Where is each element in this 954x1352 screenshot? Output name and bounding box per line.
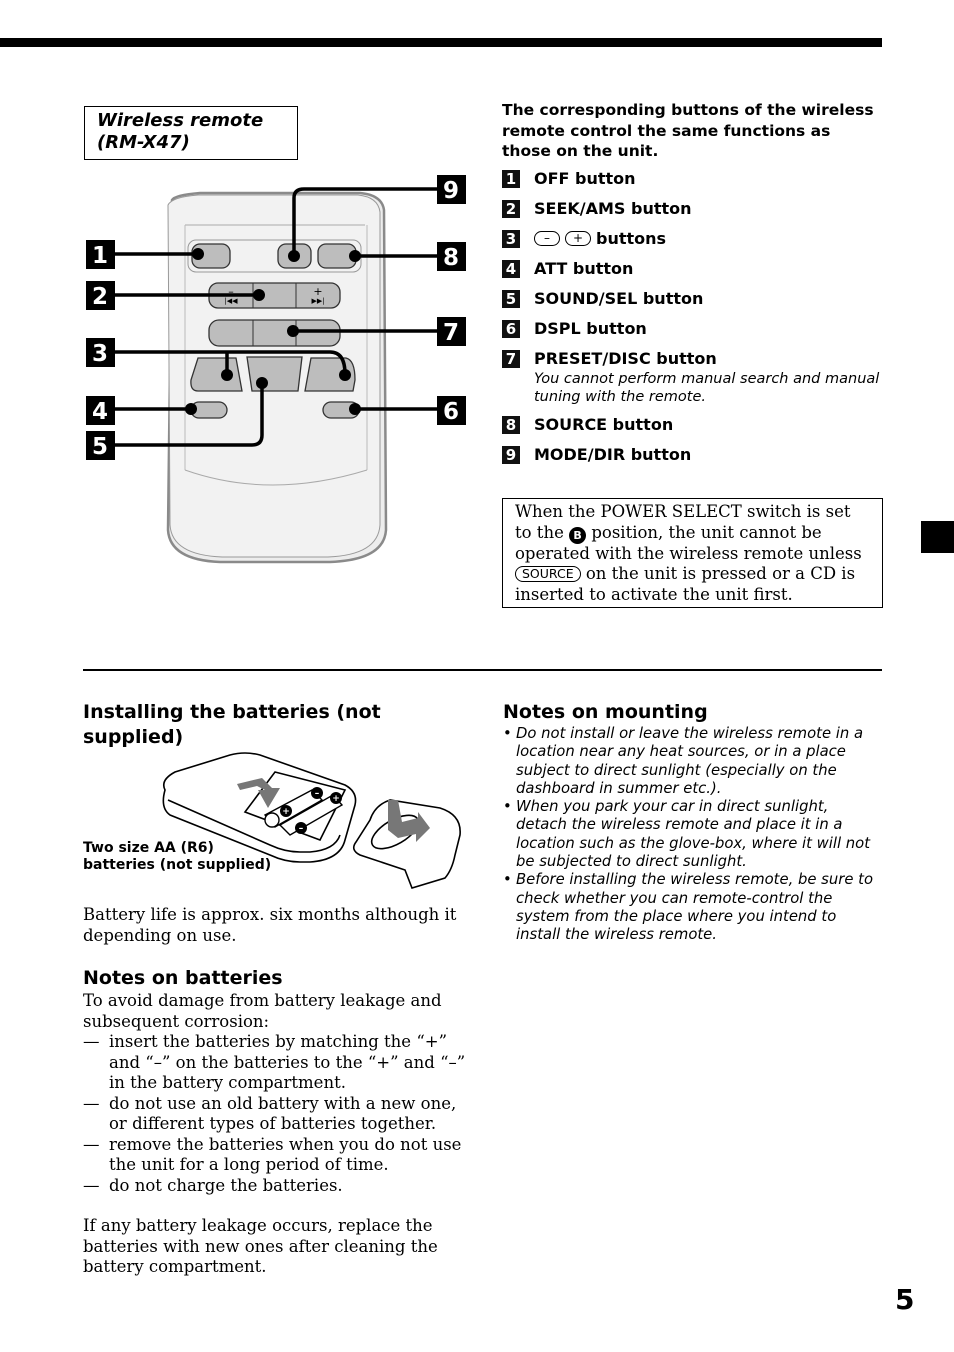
notes-batteries-intro: To avoid damage from battery leakage and… [83,991,442,1031]
callout-2: 2 [92,284,108,310]
battery-note-item: — insert the batteries by matching the “… [83,1032,466,1092]
item-label: SEEK/AMS button [534,198,692,218]
top-rule [0,38,882,47]
item-number: 9 [502,445,520,464]
page-number: 5 [895,1283,915,1316]
button-item-sound-sel: 5 SOUND/SEL button [502,288,882,310]
battery-life-text: Battery life is approx. six months altho… [83,905,457,945]
item-label: ATT button [534,258,634,278]
battery-note-item: — do not use an old battery with a new o… [83,1093,457,1134]
item-number: 2 [502,199,520,218]
item-number: 7 [502,349,520,368]
position-b-icon: B [569,526,587,544]
battery-note-item: — do not charge the batteries. [83,1175,343,1195]
button-item-minus-plus: 3 – + buttons [502,228,882,250]
remote-figure-title: Wireless remote (RM-X47) [84,106,298,160]
callout-6: 6 [443,399,459,425]
item-number: 5 [502,289,520,308]
battery-leakage-note: If any battery leakage occurs, replace t… [83,1216,438,1276]
section-tab-marker [921,521,954,553]
button-list-section: The corresponding buttons of the wireles… [502,100,882,466]
item-note: You cannot perform manual search and man… [534,370,880,405]
item-label: PRESET/DISC button [534,348,717,368]
plus-key-icon: + [565,230,591,246]
notes-batteries-heading: Notes on batteries [83,967,283,989]
remote-illustration: – + |◀◀ ▶▶| 1 2 3 4 5 6 7 8 9 [86,175,466,564]
installing-batteries-heading: Installing the batteries (not supplied) [83,701,381,748]
button-item-dspl: 6 DSPL button [502,318,882,340]
notes-on-mounting-section: Notes on mounting • Do not install or le… [503,700,878,945]
item-label: OFF button [534,168,636,188]
prev-track-icon: |◀◀ [224,297,238,305]
item-label: SOUND/SEL button [534,288,704,308]
item-label: buttons [596,228,667,248]
callout-8: 8 [443,245,459,271]
mounting-note-item: • Before installing the wireless remote,… [503,871,874,944]
button-item-mode-dir: 9 MODE/DIR button [502,444,882,466]
item-label: DSPL button [534,318,647,338]
callout-7: 7 [443,320,459,346]
next-track-icon: ▶▶| [311,297,324,305]
sound-sel-button-shape [246,356,303,392]
remote-title-line1: Wireless remote [97,110,264,131]
svg-text:–: – [315,789,320,799]
power-select-notice: When the POWER SELECT switch is set to t… [502,498,883,608]
item-number: 1 [502,169,520,188]
item-number: 4 [502,259,520,278]
preset-disc-button-shape [208,319,341,347]
button-item-seek-ams: 2 SEEK/AMS button [502,198,882,220]
callout-5: 5 [92,434,108,460]
notes-mounting-heading: Notes on mounting [503,701,708,723]
minus-button-shape [190,357,243,392]
callout-4: 4 [92,399,108,425]
mounting-note-item: • Do not install or leave the wireless r… [503,725,864,797]
battery-caption: Two size AA (R6) batteries (not supplied… [83,840,272,873]
remote-title-line2: (RM-X47) [97,132,190,153]
svg-text:–: – [299,824,304,834]
button-item-preset-disc: 7 PRESET/DISC button You cannot perform … [502,348,882,406]
button-item-source: 8 SOURCE button [502,414,882,436]
item-number: 8 [502,415,520,434]
callout-3: 3 [92,341,108,367]
section-divider [83,669,882,671]
button-item-att: 4 ATT button [502,258,882,280]
button-item-off: 1 OFF button [502,168,882,190]
battery-cover-shape [352,799,461,889]
minus-key-icon: – [534,230,560,246]
svg-text:+: + [282,807,290,817]
callout-9: 9 [443,178,459,204]
source-key-icon: SOURCE [515,566,581,583]
item-number: 3 [502,229,520,248]
callout-1: 1 [92,243,108,269]
item-label: SOURCE button [534,414,674,434]
button-list-intro: The corresponding buttons of the wireles… [502,101,874,160]
svg-text:+: + [332,794,340,804]
item-label: MODE/DIR button [534,444,692,464]
item-number: 6 [502,319,520,338]
notes-on-batteries-section: Notes on batteries To avoid damage from … [83,966,468,1278]
mounting-note-item: • When you park your car in direct sunli… [503,798,871,871]
battery-note-item: — remove the batteries when you do not u… [83,1134,462,1175]
